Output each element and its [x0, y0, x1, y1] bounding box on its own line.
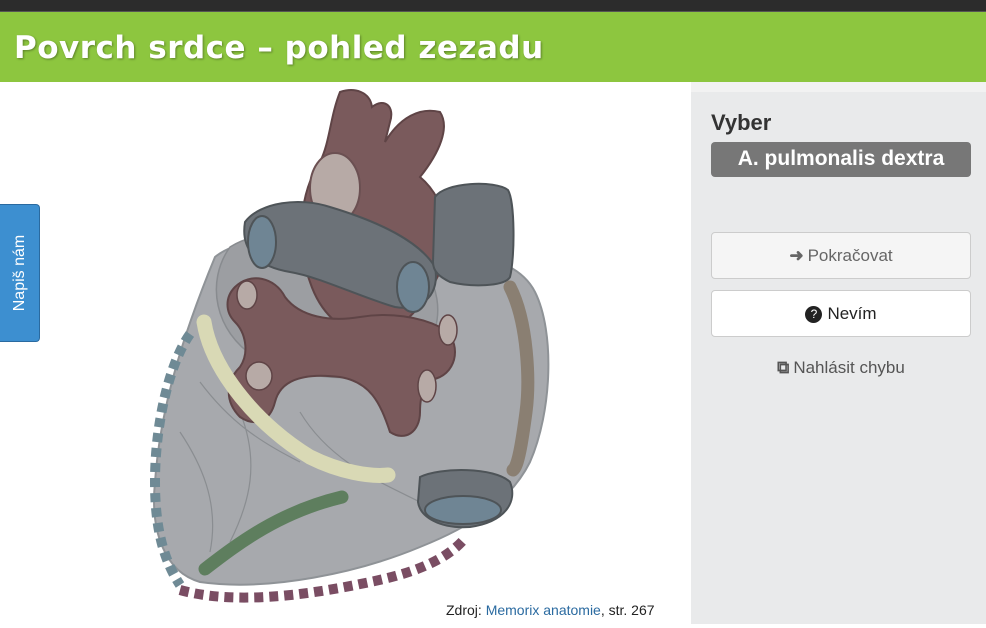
- pulmonary-opening-3: [245, 361, 273, 391]
- page-title: Povrch srdce – pohled zezadu: [14, 30, 544, 66]
- continue-button[interactable]: ➜ Pokračovat: [711, 232, 971, 279]
- dont-know-button[interactable]: ? Nevím: [711, 290, 971, 337]
- quiz-panel: Vyber A. pulmonalis dextra ➜ Pokračovat ?…: [691, 82, 986, 624]
- page-header: Povrch srdce – pohled zezadu: [0, 12, 986, 82]
- source-suffix: , str. 267: [600, 602, 655, 618]
- continue-label: Pokračovat: [807, 246, 893, 265]
- vena-cava-opening: [247, 215, 277, 269]
- report-error-link[interactable]: ⧉ Nahlásit chybu: [711, 358, 971, 378]
- left-pulmonary-vessel[interactable]: [431, 182, 515, 287]
- dont-know-label: Nevím: [827, 304, 877, 323]
- question-circle-icon: ?: [805, 306, 823, 323]
- feedback-label: Napiš nám: [10, 234, 28, 312]
- vena-cava-inferior-opening: [424, 495, 502, 525]
- external-link-icon: ⧉: [777, 358, 790, 377]
- target-term-badge: A. pulmonalis dextra: [711, 142, 971, 177]
- pulmonary-vein-opening: [396, 261, 430, 313]
- arrow-right-icon: ➜: [789, 246, 804, 265]
- source-prefix: Zdroj:: [446, 602, 486, 618]
- prompt-label: Vyber: [711, 110, 772, 135]
- top-bar: [0, 0, 986, 12]
- heart-diagram: [149, 89, 550, 603]
- image-stage: [0, 82, 690, 624]
- feedback-tab[interactable]: Napiš nám: [0, 204, 40, 342]
- source-credit: Zdroj: Memorix anatomie, str. 267: [446, 602, 655, 618]
- pulmonary-opening-1: [236, 280, 258, 310]
- report-label: Nahlásit chybu: [793, 358, 905, 377]
- pulmonary-opening-2: [438, 314, 458, 346]
- source-link[interactable]: Memorix anatomie: [486, 602, 601, 618]
- pulmonary-opening-4: [417, 369, 437, 403]
